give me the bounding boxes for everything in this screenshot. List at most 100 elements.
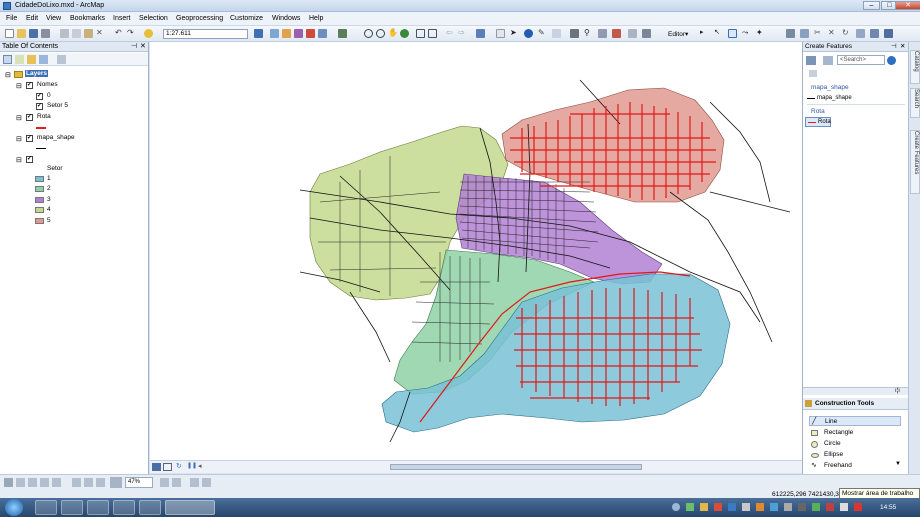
edit-vertices-icon[interactable] [786,29,795,38]
menu-customize[interactable]: Customize [230,15,263,22]
nomes-class-checkbox[interactable]: ✓ [36,93,43,100]
toc-options-icon[interactable] [57,55,66,64]
zoom-in-icon[interactable] [364,29,373,38]
page-zoom-in-icon[interactable] [28,478,37,487]
mapa-shape-checkbox[interactable]: ✓ [26,135,33,142]
start-button[interactable] [5,499,23,516]
rota-checkbox[interactable]: ✓ [26,114,33,121]
layer-nomes[interactable]: Nomes [37,81,58,88]
layers-root-label[interactable]: Layers [25,70,48,77]
point-icon[interactable]: ✦ [756,29,765,38]
catalog-tab[interactable]: Catalog [910,50,920,84]
pause-icon[interactable]: ❚❚ [187,462,197,469]
filter-icon[interactable] [823,56,833,65]
fixed-zoom-out-icon[interactable] [428,29,437,38]
volume-icon[interactable] [840,503,848,511]
menu-windows[interactable]: Windows [272,15,300,22]
editor-toolbar-icon[interactable] [254,29,263,38]
map-scale-dropdown[interactable]: 1:27.611 [163,29,248,39]
find-icon[interactable]: ⚲ [584,29,593,38]
list-by-visibility-icon[interactable] [27,55,36,64]
template-group-rota[interactable]: Rota [811,108,825,115]
menu-bookmarks[interactable]: Bookmarks [70,15,105,22]
delete-icon[interactable]: ✕ [96,29,105,38]
data-view-icon[interactable] [152,463,161,471]
tray-icon[interactable] [728,503,736,511]
close-button[interactable]: ✕ [895,1,920,10]
print-icon[interactable] [41,29,50,38]
tray-icon[interactable] [756,503,764,511]
organize-templates-icon[interactable] [806,56,816,65]
zoom-out-icon[interactable] [376,29,385,38]
catalog-window-icon[interactable] [282,29,291,38]
expand-toggle[interactable]: ⊟ [16,135,22,143]
split-icon[interactable]: ✕ [828,29,837,38]
layout-view-icon[interactable] [163,463,172,471]
tray-icon[interactable] [672,503,680,511]
toc-close-icon[interactable]: ✕ [140,42,146,52]
go-to-xy-icon[interactable] [598,29,607,38]
straight-segment-icon[interactable] [728,29,737,38]
toc-window-icon[interactable] [270,29,279,38]
expand-toggle[interactable]: ⊟ [16,156,22,164]
list-by-selection-icon[interactable] [39,55,48,64]
pan-icon[interactable]: ✋ [388,29,398,38]
tray-icon[interactable] [714,503,722,511]
layer-mapa-shape[interactable]: mapa_shape [37,134,75,141]
new-icon[interactable] [5,29,14,38]
tool-circle[interactable]: Circle [809,439,901,449]
taskbar-chrome-icon[interactable] [139,500,161,515]
tray-icon[interactable] [770,503,778,511]
edit-tool-icon[interactable]: ▸ [700,29,709,38]
forward-extent-icon[interactable]: ⇨ [458,29,467,38]
editor-dropdown[interactable]: Editor▾ [668,30,688,38]
refresh-icon[interactable]: ↻ [176,462,182,470]
redo-icon[interactable]: ↷ [127,29,136,38]
find-route-icon[interactable] [570,29,579,38]
page-full-extent-icon[interactable] [72,478,81,487]
change-layout-icon[interactable] [190,478,199,487]
pin-icon[interactable]: ⊣ [891,42,897,52]
horizontal-scrollbar[interactable] [390,464,642,470]
minimize-button[interactable]: – [863,1,880,10]
nomes-class-checkbox[interactable]: ✓ [36,103,43,110]
tray-icon[interactable] [798,503,806,511]
fixed-zoom-in-icon[interactable] [416,29,425,38]
menu-geoprocessing[interactable]: Geoprocessing [176,15,223,22]
map-display[interactable] [150,42,802,460]
menu-view[interactable]: View [46,15,61,22]
attributes-icon[interactable] [856,29,865,38]
menu-selection[interactable]: Selection [139,15,168,22]
search-tab[interactable]: Search [910,88,920,118]
data-driven-pages-icon[interactable] [202,478,211,487]
taskbar-explorer-icon[interactable] [35,500,57,515]
taskbar-folder-icon[interactable] [87,500,109,515]
reshape-icon[interactable] [800,29,809,38]
pin-icon[interactable]: ⊣ [131,42,137,52]
select-elements-icon[interactable] [4,478,13,487]
tray-icon[interactable] [686,503,694,511]
tool-rectangle[interactable]: Rectangle [809,428,901,438]
menu-file[interactable]: File [6,15,17,22]
arctoolbox-icon[interactable] [306,29,315,38]
layer-rota[interactable]: Rota [37,113,51,120]
open-icon[interactable] [17,29,26,38]
undo-icon[interactable]: ↶ [115,29,124,38]
page-back-icon[interactable] [84,478,93,487]
menu-insert[interactable]: Insert [113,15,131,22]
create-features-icon[interactable] [884,29,893,38]
model-builder-icon[interactable] [338,29,347,38]
scroll-down-icon[interactable]: ▼ [895,461,901,467]
collapse-icon[interactable]: ı¦ı [895,388,900,394]
cut-icon[interactable] [60,29,69,38]
panel-close-icon[interactable]: ✕ [900,42,905,52]
list-by-source-icon[interactable] [15,55,24,64]
taskbar-firefox-icon[interactable] [61,500,83,515]
expand-toggle[interactable]: ⊟ [16,82,22,90]
expand-toggle[interactable]: ⊟ [16,114,22,122]
tray-icon[interactable] [826,503,834,511]
page-pan-icon[interactable] [52,478,61,487]
focus-data-frame-icon[interactable] [172,478,181,487]
template-group-mapa-shape[interactable]: mapa_shape [811,84,849,91]
search-window-icon[interactable] [294,29,303,38]
